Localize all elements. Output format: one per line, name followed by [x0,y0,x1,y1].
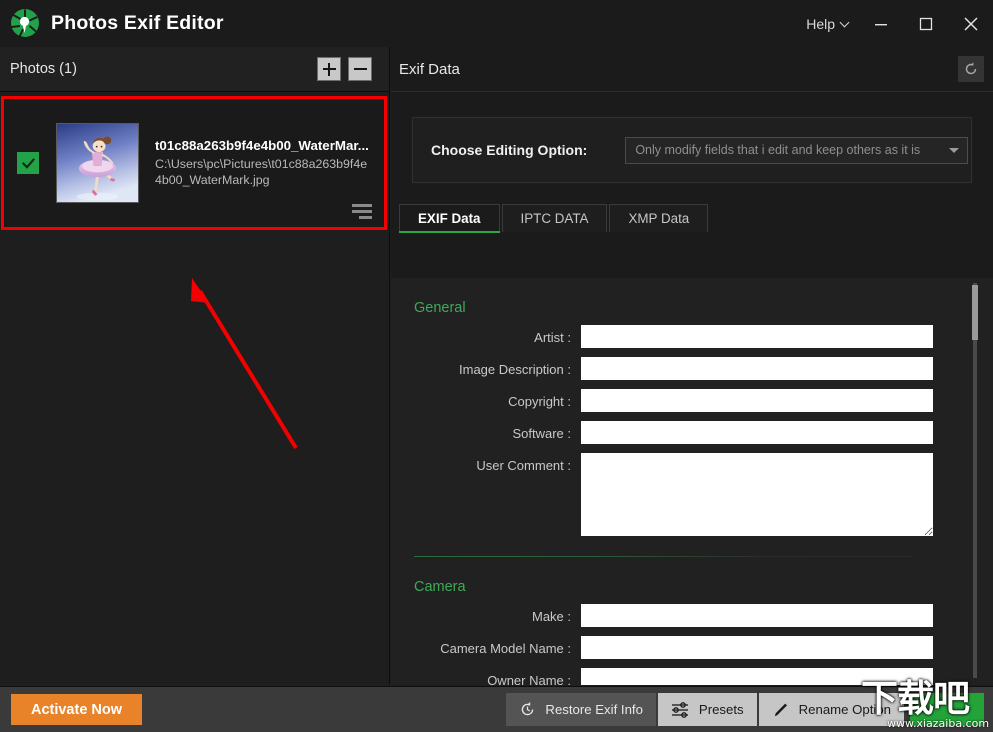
help-menu-button[interactable]: Help [798,0,858,47]
chevron-down-icon [841,19,850,28]
save-button[interactable] [910,693,984,726]
section-title-general: General [414,300,993,316]
help-label: Help [806,16,835,32]
page-title: Exif Data [399,61,460,78]
field-row-make: Make : [391,604,993,627]
editing-option-label: Choose Editing Option: [431,142,587,158]
check-icon [21,156,36,171]
activate-now-button[interactable]: Activate Now [11,694,142,725]
editing-option-dropdown[interactable]: Only modify fields that i edit and keep … [625,137,968,164]
copyright-input[interactable] [581,389,933,412]
field-label: Owner Name : [391,668,581,685]
tab-xmp-data[interactable]: XMP Data [609,204,708,232]
field-row-owner-name: Owner Name : [391,668,993,685]
sliders-icon [671,701,690,718]
restore-exif-info-button[interactable]: Restore Exif Info [506,693,655,726]
tab-iptc-data[interactable]: IPTC DATA [502,204,608,232]
photos-panel-actions [317,57,372,81]
tab-label: IPTC DATA [521,211,589,226]
plus-icon [323,63,336,76]
app-window: Photos Exif Editor Help [0,0,993,732]
minus-icon [354,63,367,76]
annotation-arrow-icon [165,267,325,462]
bottom-toolbar: Activate Now Restore Exif Info [0,686,993,732]
photo-thumbnail [56,123,139,203]
tab-label: EXIF Data [418,211,481,226]
photos-panel: Photos (1) [0,47,390,685]
button-label: Presets [699,702,744,717]
section-divider [414,556,913,557]
restore-clock-icon [519,701,536,718]
artist-input[interactable] [581,325,933,348]
user-comment-input[interactable] [581,453,933,536]
field-row-image-description: Image Description : [391,357,993,380]
maximize-button[interactable] [903,0,948,47]
field-row-copyright: Copyright : [391,389,993,412]
maximize-icon [918,16,934,32]
presets-button[interactable]: Presets [658,693,757,726]
remove-photo-button[interactable] [348,57,372,81]
exif-tabs: EXIF Data IPTC DATA XMP Data [399,204,993,232]
software-input[interactable] [581,421,933,444]
photos-panel-header: Photos (1) [0,47,389,92]
close-button[interactable] [948,0,993,47]
exif-form-scroll-area: General Artist : Image Description : Cop… [391,278,993,685]
field-row-camera-model-name: Camera Model Name : [391,636,993,659]
photo-meta: t01c88a263b9f4e4b00_WaterMar... C:\Users… [155,138,384,188]
list-item[interactable]: t01c88a263b9f4e4b00_WaterMar... C:\Users… [1,96,387,230]
tab-label: XMP Data [628,211,689,226]
editing-option-box: Choose Editing Option: Only modify field… [412,117,972,183]
app-logo-icon [8,7,42,41]
make-input[interactable] [581,604,933,627]
field-label: Make : [391,604,581,624]
photo-file-path: C:\Users\pc\Pictures\t01c88a263b9f4e4b00… [155,157,372,188]
editing-option-value: Only modify fields that i edit and keep … [635,143,920,157]
field-label: Copyright : [391,389,581,409]
photo-file-name: t01c88a263b9f4e4b00_WaterMar... [155,138,372,153]
window-controls: Help [798,0,993,47]
field-label: Image Description : [391,357,581,377]
photo-checkbox[interactable] [17,152,39,174]
field-label: User Comment : [391,453,581,473]
button-label: Restore Exif Info [545,702,642,717]
image-description-input[interactable] [581,357,933,380]
button-label: Rename Option [799,702,891,717]
add-photo-button[interactable] [317,57,341,81]
field-label: Camera Model Name : [391,636,581,656]
exif-panel: Exif Data Choose Editing Option: Only mo… [391,47,993,685]
tab-exif-data[interactable]: EXIF Data [399,204,500,232]
field-row-software: Software : [391,421,993,444]
chevron-down-icon [949,148,959,153]
form-scrollbar-thumb[interactable] [972,285,978,340]
minimize-icon [873,16,889,32]
title-bar: Photos Exif Editor Help [0,0,993,47]
field-row-artist: Artist : [391,325,993,348]
rename-option-button[interactable]: Rename Option [759,693,904,726]
app-title: Photos Exif Editor [51,12,224,35]
hamburger-menu-icon[interactable] [352,204,372,217]
close-icon [962,15,980,33]
camera-model-name-input[interactable] [581,636,933,659]
bottom-toolbar-actions: Restore Exif Info Presets Rena [506,693,993,726]
exif-panel-header: Exif Data [391,47,993,92]
minimize-button[interactable] [858,0,903,47]
owner-name-input[interactable] [581,668,933,685]
field-label: Software : [391,421,581,441]
exif-form: General Artist : Image Description : Cop… [391,300,993,685]
form-scrollbar-track[interactable] [973,283,977,678]
refresh-button[interactable] [958,56,984,82]
field-label: Artist : [391,325,581,345]
refresh-icon [963,61,979,77]
field-row-user-comment: User Comment : [391,453,993,536]
section-title-camera: Camera [414,579,993,595]
ballerina-thumbnail-icon [57,124,138,202]
photos-count-label: Photos (1) [10,61,77,77]
pencil-icon [772,701,790,719]
